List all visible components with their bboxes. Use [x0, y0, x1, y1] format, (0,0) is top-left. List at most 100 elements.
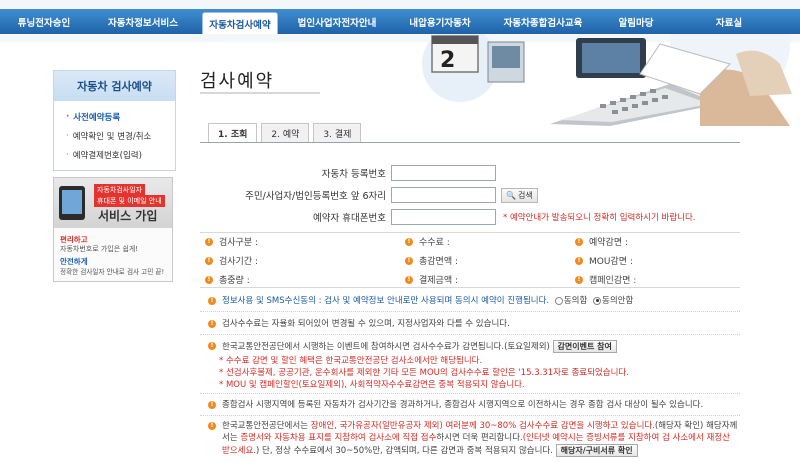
consent-agree-radio[interactable]: [554, 296, 563, 305]
info-label: 수수료 :: [419, 238, 450, 248]
bullet-icon: !: [208, 320, 216, 328]
bullet-dot-icon: ·: [66, 149, 69, 160]
main-menu-bar: 튜닝전자승인 자동차정보서비스 자동차검사예약 법인사업자전자안내 내압용기자동…: [0, 9, 800, 34]
sidebar-item-confirm-change[interactable]: · 예약확인 및 변경/취소: [66, 126, 175, 145]
banner-title: 서비스 가입: [98, 209, 158, 223]
bullet-icon: !: [205, 275, 213, 284]
discount-note-1: * 수수료 감면 및 할인 혜택은 한국교통안전공단 검사소에서만 해당됩니다.: [219, 356, 483, 366]
notice-text: 하시면 더욱 편리합니다.: [436, 433, 523, 443]
search-icon: 🔍: [506, 190, 516, 200]
menu-data-room[interactable]: 자료실: [674, 9, 784, 34]
menu-inspection-reservation[interactable]: 자동차검사예약: [202, 12, 278, 34]
form-row-registration: 자동차 등록번호: [200, 163, 740, 183]
info-label: 검사구분 :: [219, 238, 259, 248]
bullet-icon: !: [575, 237, 583, 246]
sidebar-item-label: 예약결제번호(입력): [72, 150, 142, 161]
info-payment-amount: ! 결제금액 :: [405, 273, 458, 286]
sidebar-menu: 자동차 검사예약 · 사전예약등록 · 예약확인 및 변경/취소 · 예약결제번호(입…: [53, 70, 176, 171]
info-label: 캠페인감면 :: [589, 276, 637, 286]
bullet-icon: !: [405, 275, 413, 284]
info-label: 검사기간 :: [219, 257, 259, 267]
sidebar-item-pre-registration[interactable]: · 사전예약등록: [66, 107, 175, 126]
sidebar-title: 자동차 검사예약: [54, 71, 175, 101]
form-row-id: 주민/사업자/법인등록번호 앞 6자리 🔍 검색: [200, 185, 740, 205]
phone-number-label: 예약자 휴대폰번호: [313, 213, 386, 224]
info-total-weight: ! 총중량 :: [205, 273, 250, 286]
comprehensive-inspection-text: 종합검사 시행지역에 등록된 자동차가 검사기간을 경과하거나, 종합검사 시행…: [222, 400, 704, 410]
search-button[interactable]: 🔍 검색: [501, 187, 538, 203]
lookup-form: 자동차 등록번호 주민/사업자/법인등록번호 앞 6자리 🔍 검색 예약자 휴대폰…: [200, 143, 740, 233]
consent-disagree-radio[interactable]: [593, 296, 601, 305]
banner-tag-notice: 휴대폰 및 이메일 안내: [94, 195, 165, 207]
info-reservation-discount: ! 예약감면 :: [575, 235, 628, 248]
svg-text:2: 2: [440, 48, 455, 73]
step-tabs: 1. 조회 2. 예약 3. 결제: [208, 123, 365, 143]
phone-number-input[interactable]: [391, 209, 496, 225]
discount-note-3: * MOU 및 캠페인할인(토요일제외), 사회적약자수수료감면은 중복 적용되…: [219, 380, 525, 390]
bullet-icon: !: [208, 342, 216, 350]
bullet-icon: !: [575, 256, 583, 265]
search-button-label: 검색: [517, 190, 533, 200]
phone-icon: [59, 186, 85, 220]
title-underline: [200, 92, 320, 94]
bullet-icon: !: [405, 237, 413, 246]
hero-graphic: 2: [422, 34, 792, 126]
sidebar-list: · 사전예약등록 · 예약확인 및 변경/취소 · 예약결제번호(입력): [54, 101, 175, 164]
info-total-discount: ! 총감면액 :: [405, 254, 458, 267]
tab-lookup[interactable]: 1. 조회: [208, 123, 258, 143]
discount-event-button[interactable]: 감면이벤트 참여: [552, 340, 617, 353]
info-label: 총중량 :: [219, 276, 250, 286]
id-number-label: 주민/사업자/법인등록번호 앞 6자리: [245, 191, 386, 202]
phone-number-note: * 예약안내가 발송되오니 정확히 입력하시기 바랍니다.: [503, 213, 696, 223]
id-number-input[interactable]: [391, 187, 496, 203]
info-label: 예약감면 :: [589, 238, 629, 248]
bullet-dot-icon: ·: [66, 130, 69, 141]
tab-reservation[interactable]: 2. 예약: [261, 123, 310, 142]
info-inspection-type: ! 검사구분 :: [205, 235, 258, 248]
page-title: 검사예약: [200, 71, 275, 92]
consent-disagree-label: 동의안함: [602, 296, 634, 306]
service-signup-banner[interactable]: 자동차검사일자 휴대폰 및 이메일 안내 서비스 가입 편리하고 자동차번호로 …: [53, 177, 173, 282]
fee-notice-text: 검사수수료는 자율화 되어있어 변경될 수 있으며, 지정사업자와 다를 수 있…: [222, 319, 510, 329]
menu-notice-board[interactable]: 알림마당: [598, 9, 674, 34]
sidebar-item-payment-number[interactable]: · 예약결제번호(입력): [66, 145, 175, 164]
info-label: 결제금액 :: [419, 276, 459, 286]
dotted-divider: [200, 334, 740, 335]
discount-note-2: * 선검사후불제, 공공기관, 운수회사를 제외한 기타 모든 MOU의 검사수…: [219, 368, 629, 378]
registration-number-input[interactable]: [391, 165, 496, 181]
bullet-icon: !: [405, 256, 413, 265]
info-label: MOU감면 :: [589, 257, 633, 267]
consent-text: 정보사용 및 SMS수신동의 : 검사 및 예약정보 안내로만 사용되며 동의시…: [222, 296, 550, 306]
event-notice-text: 한국교통안전공단에서 시행하는 이벤트에 참여하시면 검사수수료가 감면됩니다.…: [222, 342, 550, 352]
dotted-divider: [200, 415, 740, 416]
menu-corporate-guide[interactable]: 법인사업자전자안내: [282, 9, 392, 34]
eligibility-documents-button[interactable]: 해당자/구비서류 확인: [555, 444, 638, 457]
form-row-phone: 예약자 휴대폰번호 * 예약안내가 발송되오니 정확히 입력하시기 바랍니다.: [200, 207, 740, 227]
disabled-discount-notice: ! 한국교통안전공단에서는 장애인, 국가유공자(일반유공자 제외) 여러분께 …: [208, 420, 740, 457]
info-fee: ! 수수료 :: [405, 235, 450, 248]
info-inspection-period: ! 검사기간 :: [205, 254, 258, 267]
info-mou-discount: ! MOU감면 :: [575, 254, 633, 267]
tab-payment[interactable]: 3. 결제: [313, 123, 362, 142]
dotted-divider: [200, 311, 740, 312]
consent-agree-label: 동의함: [563, 296, 588, 306]
menu-vehicle-info-service[interactable]: 자동차정보서비스: [88, 9, 198, 34]
banner-line-accurate: 정확한 검사일자 안내로 검사 고민 끝!: [60, 268, 165, 276]
event-notice: ! 한국교통안전공단에서 시행하는 이벤트에 참여하시면 검사수수료가 감면됩니…: [208, 340, 738, 353]
notice-text: ) 단, 정상 수수료에서 30~50%만, 감액되며, 다른 감면과 중복 적…: [255, 446, 553, 456]
menu-pressure-vessel-vehicle[interactable]: 내압용기자동차: [392, 9, 488, 34]
menu-tuning-approval[interactable]: 튜닝전자승인: [0, 9, 88, 34]
menu-inspection-education[interactable]: 자동차종합검사교육: [488, 9, 598, 34]
notice-highlight: 장애인, 국가유공자(일반유공자 제외) 여러분께 30~80% 검사수수료 감…: [310, 421, 655, 431]
sidebar-item-label: 사전예약등록: [73, 112, 121, 123]
bullet-icon: !: [205, 237, 213, 246]
bullet-dot-icon: ·: [66, 111, 70, 122]
fee-notice: ! 검사수수료는 자율화 되어있어 변경될 수 있으며, 지정사업자와 다를 수…: [208, 318, 738, 330]
bullet-icon: !: [575, 275, 583, 284]
sidebar-item-label: 예약확인 및 변경/취소: [72, 131, 152, 142]
notice-text: (해당자 확인): [654, 421, 704, 431]
notice-highlight: 증명서와 자동차용 표지를 지참하여 검사소에 직접 접수: [240, 433, 437, 443]
inspection-info-grid: ! 검사구분 : ! 수수료 : ! 예약감면 : ! 검사기간 : ! 총감면액 : !…: [200, 232, 740, 288]
registration-number-label: 자동차 등록번호: [321, 169, 386, 180]
info-campaign-discount: ! 캠페인감면 :: [575, 273, 636, 286]
